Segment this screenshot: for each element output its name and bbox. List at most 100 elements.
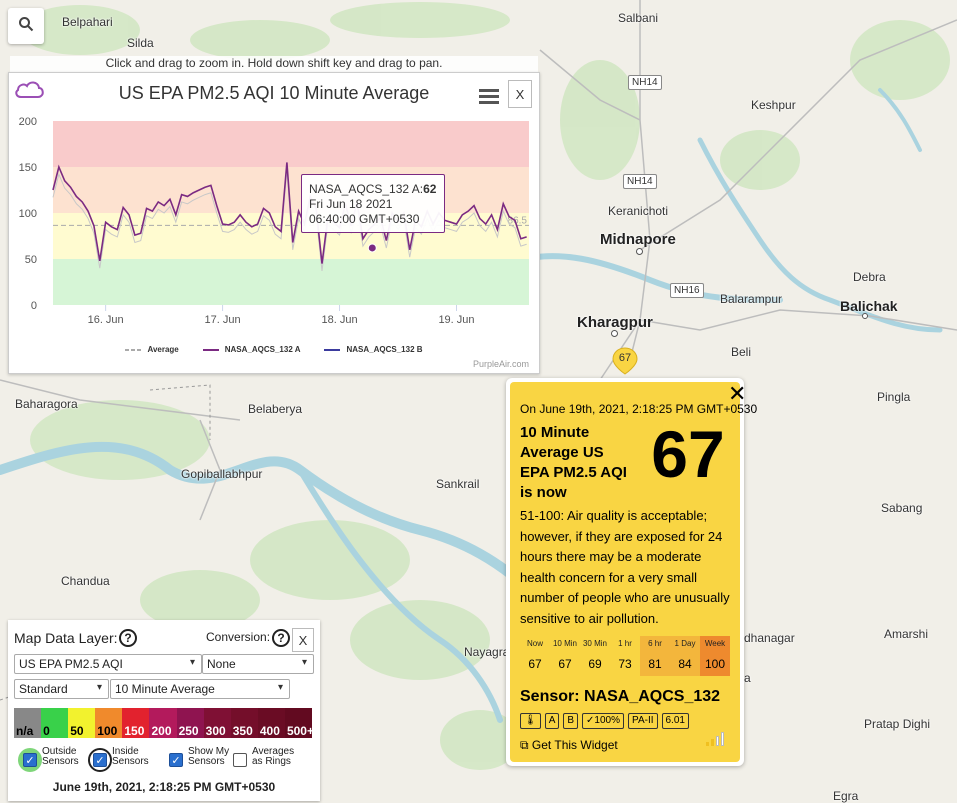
controls-close-button[interactable]: X xyxy=(292,628,314,652)
map-place-label: Balichak xyxy=(840,298,898,314)
aqi-band xyxy=(53,121,529,167)
scale-segment: 0 xyxy=(41,708,69,738)
map-layer-select[interactable]: US EPA PM2.5 AQI ▾ xyxy=(14,654,202,674)
stat-value: 69 xyxy=(588,657,602,671)
averaging-period-value: 10 Minute Average xyxy=(115,682,215,696)
sensor-badge[interactable]: 6.01 xyxy=(661,713,689,729)
map-place-label: Gopiballabhpur xyxy=(181,467,263,481)
popup-aqi-value: 67 xyxy=(651,417,725,491)
sensor-badge[interactable]: ✓100% xyxy=(582,713,625,729)
stat-label: 30 Min xyxy=(582,639,607,648)
stat-value: 81 xyxy=(648,657,662,671)
stat-cell: Week 100 xyxy=(700,636,730,676)
scale-label: n/a xyxy=(16,724,34,738)
zoom-hint: Click and drag to zoom in. Hold down shi… xyxy=(10,56,538,72)
checkbox-label: Outside Sensors xyxy=(42,746,79,767)
x-tick-label: 17. Jun xyxy=(205,314,241,326)
tooltip-date: Fri Jun 18 2021 xyxy=(309,197,393,211)
legend-item[interactable]: Average xyxy=(125,345,179,354)
stat-label: 10 Min xyxy=(552,639,577,648)
popup-description: 51-100: Air quality is acceptable; howev… xyxy=(520,508,730,626)
city-dot xyxy=(636,248,643,255)
map-place-label: Debra xyxy=(853,270,886,284)
map-place-label: Keranichoti xyxy=(608,204,669,218)
map-place-label: Nayagra xyxy=(464,645,510,659)
map-place-label: a xyxy=(744,671,751,685)
city-dot xyxy=(611,330,618,337)
stat-label: 6 hr xyxy=(648,639,662,648)
color-scheme-value: Standard xyxy=(19,682,68,696)
map-layer-value: US EPA PM2.5 AQI xyxy=(19,657,123,671)
legend-item[interactable]: NASA_AQCS_132 A xyxy=(202,345,301,354)
map-place-label: Belpahari xyxy=(62,15,113,29)
map-place-label: Sabang xyxy=(881,501,923,515)
tooltip-series: NASA_AQCS_132 A: xyxy=(309,182,424,196)
sensor-badge[interactable]: PA-II xyxy=(628,713,658,729)
stat-label: 1 Day xyxy=(674,639,696,648)
sensor-checkbox[interactable]: ✓ xyxy=(164,748,188,772)
stat-cell: 30 Min 69 xyxy=(580,636,610,676)
copy-icon: ⧉ xyxy=(520,738,529,752)
chart-tooltip: NASA_AQCS_132 A:62 Fri Jun 18 2021 06:40… xyxy=(301,174,445,233)
help-icon[interactable]: ? xyxy=(119,629,137,647)
color-scheme-select[interactable]: Standard ▾ xyxy=(14,679,109,699)
stat-cell: 10 Min 67 xyxy=(550,636,580,676)
sensor-checkbox[interactable]: ✓ xyxy=(88,748,112,772)
legend-label: NASA_AQCS_132 A xyxy=(224,345,301,354)
stat-value: 84 xyxy=(678,657,692,671)
tooltip-time: 06:40:00 GMT+0530 xyxy=(309,212,420,226)
map-place-label: Balarampur xyxy=(720,292,783,306)
search-button[interactable] xyxy=(8,8,44,44)
scale-label: 300 xyxy=(205,724,226,738)
sensor-marker[interactable]: 67 xyxy=(610,346,640,376)
map-place-label: Salbani xyxy=(618,11,659,25)
conversion-value: None xyxy=(207,657,236,671)
checkbox-box: ✓ xyxy=(23,753,37,767)
checkbox-box: ✓ xyxy=(169,753,183,767)
popup-stats: Now 67 10 Min 67 30 Min 69 1 hr 73 6 hr 81 1 Day 84… xyxy=(520,636,730,676)
sensor-marker-value: 67 xyxy=(618,352,632,364)
sensor-badge[interactable]: B xyxy=(563,713,579,729)
popup-body: ✕ On June 19th, 2021, 2:18:25 PM GMT+053… xyxy=(510,382,757,762)
chart-credit: PurpleAir.com xyxy=(472,359,529,369)
map-place-label: Pingla xyxy=(877,390,911,404)
stat-value: 67 xyxy=(558,657,572,671)
help-icon[interactable]: ? xyxy=(272,629,290,647)
x-tick-label: 18. Jun xyxy=(321,314,357,326)
sensor-badge[interactable]: A xyxy=(544,713,560,729)
road-shield: NH16 xyxy=(670,283,704,298)
sensor-badge[interactable]: 🌡 xyxy=(520,713,541,729)
controls-date: June 19th, 2021, 2:18:25 PM GMT+0530 xyxy=(52,780,276,794)
checkbox-label: Show My Sensors xyxy=(188,746,230,767)
legend-item[interactable]: NASA_AQCS_132 B xyxy=(324,345,423,354)
road-shield: NH14 xyxy=(628,75,662,90)
map-place-label: Amarshi xyxy=(884,627,929,641)
popup-heading: 10 Minute Average US EPA PM2.5 AQI is no… xyxy=(520,424,627,501)
conversion-select[interactable]: None ▾ xyxy=(202,654,314,674)
sensor-popup: ✕ On June 19th, 2021, 2:18:25 PM GMT+053… xyxy=(506,378,757,766)
map-place-label: dhanagar xyxy=(744,631,795,645)
stat-cell: Now 67 xyxy=(520,636,550,676)
chevron-down-icon: ▾ xyxy=(301,657,307,668)
sensor-checkbox[interactable]: ✓ xyxy=(18,748,42,772)
aqi-line-chart[interactable]: 0 50 100 150 200 16. Jun 17. Jun 18. Jun 19. Jun… xyxy=(9,73,541,343)
averaging-period-select[interactable]: 10 Minute Average ▾ xyxy=(110,679,290,699)
stat-value: 100 xyxy=(704,657,726,671)
legend-label: Average xyxy=(147,345,179,354)
scale-label: 150 xyxy=(124,724,145,738)
checkbox-label: Inside Sensors xyxy=(112,746,149,767)
scale-segment: 50 xyxy=(68,708,96,738)
search-icon xyxy=(18,16,34,37)
sensor-checkbox[interactable] xyxy=(228,748,252,772)
checkbox-box xyxy=(233,753,247,767)
get-widget-link[interactable]: ⧉ Get This Widget xyxy=(520,738,618,753)
map-place-label: Belaberya xyxy=(248,402,303,416)
chevron-down-icon: ▾ xyxy=(189,657,195,668)
aqi-band xyxy=(53,167,529,213)
stat-value: 73 xyxy=(618,657,632,671)
sensor-filter-checks: ✓ Outside Sensors ✓ Inside Sensors ✓ Show My Sen… xyxy=(18,744,314,776)
y-tick-label: 0 xyxy=(31,300,37,312)
scale-segment: 300 xyxy=(203,708,231,738)
aqi-band xyxy=(53,259,529,305)
map-place-label: Silda xyxy=(127,36,154,50)
